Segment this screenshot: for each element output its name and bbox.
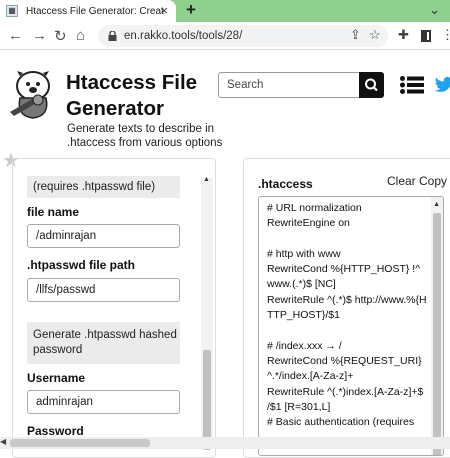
generate-hash-section: Generate .htpasswd hashed password (27, 322, 180, 364)
htaccess-label: .htaccess (258, 177, 313, 191)
search-icon (365, 78, 378, 92)
file-name-input[interactable]: /adminrajan (27, 224, 180, 248)
search-button[interactable] (359, 72, 384, 98)
output-scrollbar-thumb[interactable] (433, 213, 441, 455)
page-title: Htaccess File Generator (66, 71, 198, 120)
rakko-logo-icon[interactable] (8, 68, 58, 120)
htpasswd-path-label: .htpasswd file path (27, 258, 136, 272)
code-line: # URL normalization (267, 202, 362, 214)
browser-tab[interactable]: ▦ Htaccess File Generator: Create ht × (0, 0, 176, 22)
scroll-up-arrow-icon[interactable]: ▲ (203, 176, 210, 183)
htaccess-code: # URL normalization RewriteEngine on # h… (267, 201, 427, 430)
code-line: # http with www (267, 247, 341, 260)
favicon-icon: ▦ (6, 5, 18, 17)
new-tab-button[interactable]: + (186, 0, 196, 20)
tab-search-chevron-icon[interactable]: ⌄ (429, 2, 440, 18)
hamburger-menu-icon[interactable] (400, 76, 424, 94)
output-scroll-up-icon[interactable]: ▲ (433, 201, 440, 208)
code-line: RewriteRule ^(.*)index.[A-Za-z]+$ /$1 [R… (267, 385, 427, 413)
extensions-puzzle-icon[interactable]: ✚ (398, 27, 409, 43)
basic-auth-note: (requires .htpasswd file) (27, 176, 180, 198)
code-line: RewriteRule ^(.*)$ http://www.%{HTTP_HOS… (267, 293, 427, 322)
clear-button[interactable]: Clear (387, 174, 416, 188)
options-scrollbar-thumb[interactable] (203, 350, 211, 450)
reload-icon[interactable]: ↻ (54, 27, 67, 45)
browser-tab-strip: ▦ Htaccess File Generator: Create ht × +… (0, 0, 450, 22)
url-text: en.rakko.tools/tools/28/ (124, 30, 243, 42)
tab-close-icon[interactable]: × (160, 3, 168, 18)
htpasswd-path-input[interactable]: /llfs/passwd (27, 278, 180, 302)
htaccess-output-textarea[interactable]: # URL normalization RewriteEngine on # h… (258, 196, 444, 456)
file-name-label: file name (27, 205, 80, 219)
username-label: Username (27, 371, 86, 385)
page-description: Generate texts to describe in .htaccess … (67, 123, 223, 149)
scroll-left-arrow-icon[interactable]: ◀ (0, 437, 6, 446)
code-line: RewriteCond %{HTTP_HOST} !^www.(.*)$ [NC… (267, 263, 421, 291)
password-label: Password (27, 424, 84, 438)
bookmark-star-icon[interactable]: ☆ (369, 27, 381, 43)
code-line: RewriteEngine on (267, 217, 350, 230)
back-icon[interactable]: ← (8, 27, 23, 44)
code-line: # /index.xxx → / (267, 339, 342, 352)
page-horizontal-scrollbar-thumb[interactable] (10, 439, 150, 447)
browser-menu-icon[interactable]: ⋮ (441, 27, 450, 43)
address-bar[interactable]: en.rakko.tools/tools/28/ (98, 25, 388, 47)
code-line: # Basic authentication (requires (267, 416, 415, 429)
forward-icon[interactable]: → (32, 27, 47, 44)
lock-icon (108, 31, 117, 41)
copy-button[interactable]: Copy (419, 174, 447, 188)
browser-toolbar: ← → ↻ ⌂ en.rakko.tools/tools/28/ ⇪ ☆ ✚ ⋮ (0, 22, 450, 50)
sidepanel-icon[interactable] (421, 30, 431, 42)
username-input[interactable]: adminrajan (27, 390, 180, 414)
tab-title: Htaccess File Generator: Create ht (26, 5, 164, 17)
home-icon[interactable]: ⌂ (76, 27, 85, 44)
code-line: RewriteCond %{REQUEST_URI}^.*/index.[A-Z… (267, 354, 422, 383)
twitter-icon[interactable] (434, 76, 450, 94)
share-icon[interactable]: ⇪ (350, 27, 361, 43)
